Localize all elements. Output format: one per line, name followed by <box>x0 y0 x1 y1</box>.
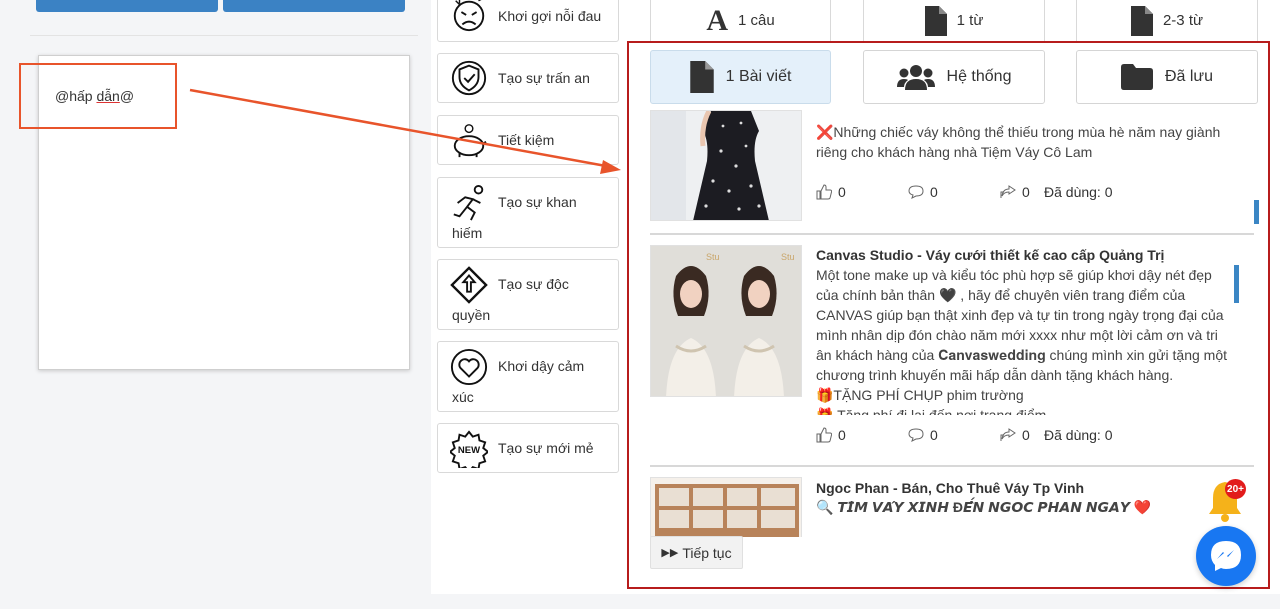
category-reassure[interactable]: Tạo sự trấn an <box>437 53 619 103</box>
category-emotion[interactable]: Khơi dậy cảm xúc <box>437 341 619 412</box>
like-stat[interactable]: 0 <box>816 427 908 443</box>
tab-one-post[interactable]: 1 Bài viết <box>650 50 831 104</box>
post-thumbnail <box>650 477 802 537</box>
toolbar-button-1[interactable] <box>36 0 218 12</box>
share-icon <box>1000 185 1016 198</box>
continue-button[interactable]: ▶▶ Tiếp tục <box>650 536 743 569</box>
shield-check-icon <box>451 60 487 96</box>
thumbs-up-icon <box>816 184 832 200</box>
share-stat[interactable]: 0 <box>1000 184 1044 200</box>
angry-face-icon <box>453 0 485 32</box>
category-novelty[interactable]: NEW Tạo sự mới mẻ <box>437 423 619 473</box>
post-title: Ngoc Phan - Bán, Cho Thuê Váy Tp Vinh <box>816 480 1085 496</box>
heart-icon <box>450 348 488 386</box>
comment-stat[interactable]: 0 <box>908 184 1000 200</box>
comment-icon <box>908 185 924 199</box>
type-tab-multi-word[interactable]: 2-3 từ <box>1076 0 1258 42</box>
scroll-indicator[interactable] <box>1234 265 1239 303</box>
used-count: Đã dùng: 0 <box>1044 184 1113 200</box>
tab-system[interactable]: Hệ thống <box>863 50 1045 104</box>
fast-forward-icon: ▶▶ <box>661 547 679 559</box>
messenger-icon <box>1211 541 1241 571</box>
svg-text:NEW: NEW <box>458 445 480 456</box>
document-icon <box>689 61 714 93</box>
used-count: Đã dùng: 0 <box>1044 427 1113 443</box>
post-card-3[interactable]: Ngoc Phan - Bán, Cho Thuê Váy Tp Vinh 🔍 … <box>650 477 1254 537</box>
exclusive-diamond-icon <box>450 266 488 304</box>
comment-stat[interactable]: 0 <box>908 427 1000 443</box>
category-scarcity[interactable]: Tạo sự khan hiếm <box>437 177 619 248</box>
bride-photo: Stu Stu <box>651 246 801 396</box>
post-body: Một tone make up và kiểu tóc phù hợp sẽ … <box>816 267 1228 415</box>
post-thumbnail: Stu Stu <box>650 245 802 397</box>
comment-icon <box>908 428 924 442</box>
post-stats: 0 0 0 Đã dùng: 0 <box>816 184 1113 200</box>
dress-photo <box>651 111 801 220</box>
post-stats: 0 0 0 Đã dùng: 0 <box>816 427 1113 443</box>
post-thumbnail <box>650 110 802 221</box>
users-icon <box>896 65 935 90</box>
like-stat[interactable]: 0 <box>816 184 908 200</box>
svg-text:Stu: Stu <box>781 252 795 262</box>
toolbar-button-2[interactable] <box>223 0 405 12</box>
running-person-icon <box>453 184 484 221</box>
messenger-button[interactable] <box>1196 526 1256 586</box>
category-pain[interactable]: Khơi gợi nỗi đau <box>437 0 619 42</box>
share-stat[interactable]: 0 <box>1000 427 1044 443</box>
shelf-photo <box>651 478 801 537</box>
scroll-indicator[interactable] <box>1254 200 1259 224</box>
type-tab-one-word[interactable]: 1 từ <box>863 0 1045 42</box>
post-card-1[interactable]: ❌Những chiếc váy không thể thiếu trong m… <box>650 110 1254 230</box>
post-body: 🔍 𝙏𝙄̀𝙈 𝙑𝘼́𝙔 𝙓𝙄𝙉𝙃 Đ𝙀̂́𝙉 𝙉𝙂𝙊𝘾 𝙋𝙃𝘼𝙉 𝙉𝙂𝘼𝙔 ❤️ <box>816 499 1152 515</box>
post-divider <box>650 465 1254 467</box>
category-exclusive[interactable]: Tạo sự độc quyền <box>437 259 619 330</box>
folder-icon <box>1120 64 1153 90</box>
type-tab-sentence[interactable]: A 1 câu <box>650 0 831 42</box>
letter-a-icon: A <box>706 3 728 37</box>
post-card-2[interactable]: Stu Stu Canvas Studio - Váy cưới thiết k… <box>650 245 1254 455</box>
thumbs-up-icon <box>816 427 832 443</box>
post-title: Canvas Studio - Váy cưới thiết kế cao cấ… <box>816 247 1165 263</box>
svg-text:Stu: Stu <box>706 252 720 262</box>
post-body: ❌Những chiếc váy không thể thiếu trong m… <box>816 124 1221 160</box>
document-icon <box>1130 5 1153 36</box>
share-icon <box>1000 428 1016 441</box>
piggy-bank-icon <box>453 124 487 158</box>
notification-badge: 20+ <box>1225 479 1246 499</box>
document-icon <box>924 5 947 36</box>
category-saving[interactable]: Tiết kiệm <box>437 115 619 165</box>
new-badge-icon: NEW <box>450 430 488 468</box>
tab-saved[interactable]: Đã lưu <box>1076 50 1258 104</box>
highlight-box <box>19 63 177 129</box>
post-divider <box>650 233 1254 235</box>
